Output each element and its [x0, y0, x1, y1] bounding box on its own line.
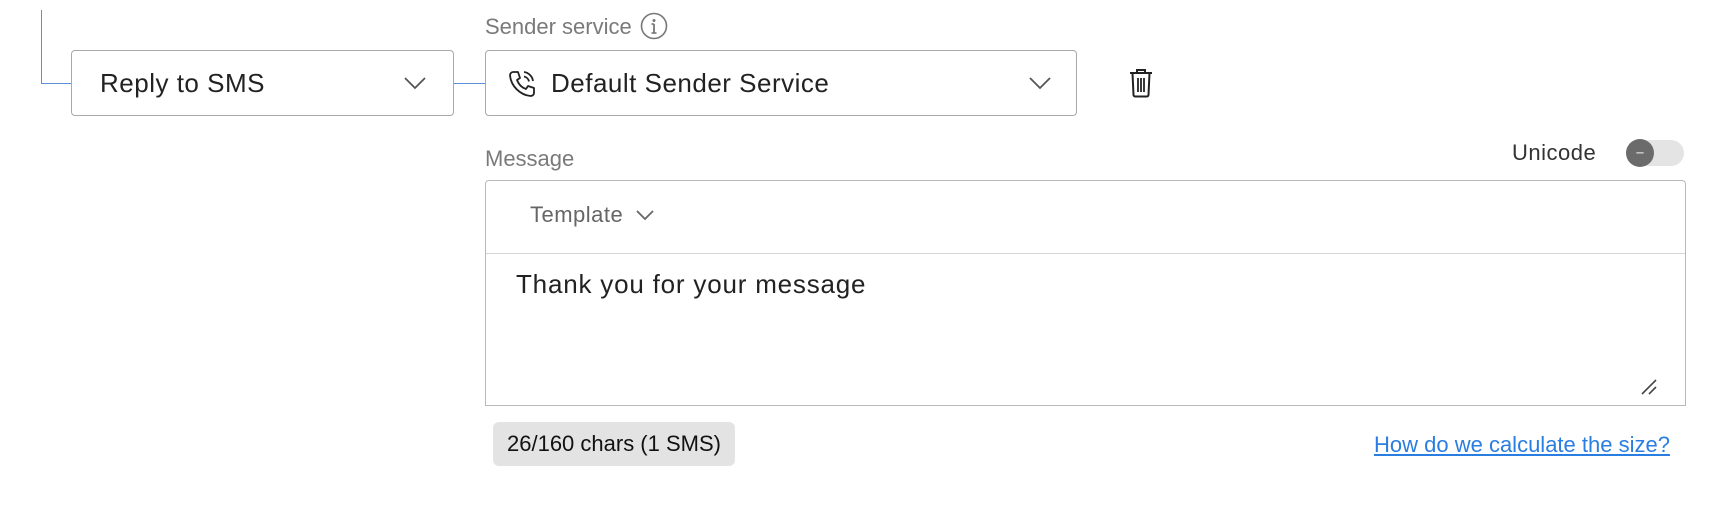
message-editor: Template Thank you for your message [485, 180, 1686, 406]
template-label: Template [530, 202, 624, 227]
template-dropdown[interactable]: Template [530, 202, 655, 228]
size-calculation-link[interactable]: How do we calculate the size? [1374, 432, 1670, 458]
message-toolbar: Template [486, 181, 1685, 254]
unicode-label: Unicode [1512, 140, 1597, 165]
connector-horizontal-line-middle [454, 83, 485, 84]
chevron-down-icon [404, 77, 426, 90]
chevron-down-icon [636, 210, 654, 221]
resize-grip-icon[interactable] [1639, 377, 1657, 395]
sender-service-select[interactable]: Default Sender Service [485, 50, 1077, 116]
message-label: Message [485, 146, 575, 171]
chevron-down-icon [1029, 77, 1051, 90]
phone-icon [509, 71, 535, 97]
info-icon[interactable] [640, 12, 668, 40]
connector-horizontal-line-left [41, 83, 71, 84]
connector-vertical-line [41, 10, 42, 84]
sender-service-value: Default Sender Service [551, 67, 830, 98]
sender-service-label: Sender service [485, 14, 632, 39]
unicode-toggle[interactable]: – [1626, 139, 1684, 167]
message-textarea[interactable]: Thank you for your message [516, 269, 866, 300]
trash-icon[interactable] [1128, 68, 1154, 98]
toggle-off-knob: – [1626, 139, 1654, 167]
chars-count-badge: 26/160 chars (1 SMS) [493, 422, 735, 466]
action-type-value: Reply to SMS [100, 67, 265, 98]
action-type-select[interactable]: Reply to SMS [71, 50, 454, 116]
